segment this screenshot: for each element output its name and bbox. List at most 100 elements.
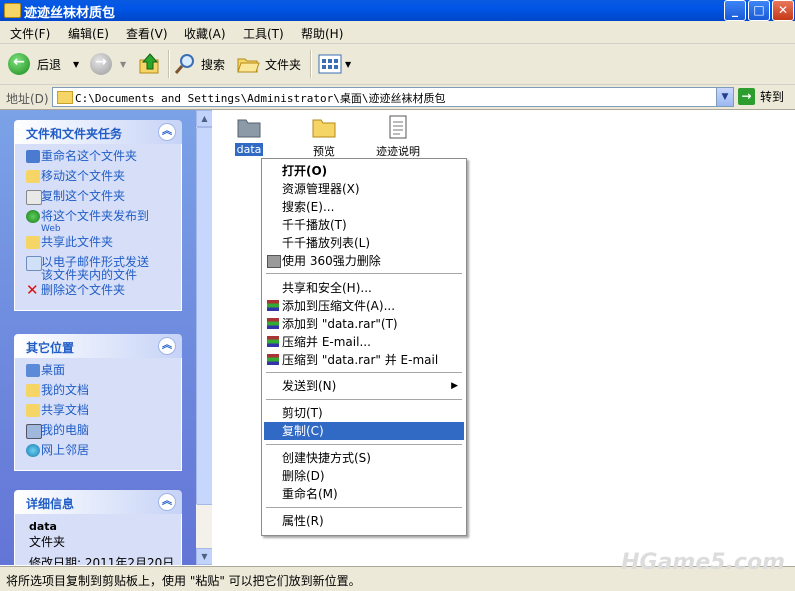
menu-item-explorer[interactable]: 资源管理器(X): [264, 180, 464, 198]
menu-file[interactable]: 文件(F): [10, 25, 50, 42]
my-documents-icon: [26, 384, 40, 397]
menu-view[interactable]: 查看(V): [126, 25, 168, 42]
menu-item-create-shortcut[interactable]: 创建快捷方式(S): [264, 449, 464, 467]
search-button[interactable]: 搜索: [174, 53, 225, 75]
scroll-up-icon[interactable]: ▲: [196, 110, 213, 127]
menu-edit[interactable]: 编辑(E): [68, 25, 109, 42]
menu-item-compress-data-email[interactable]: 压缩到 "data.rar" 并 E-mail: [264, 351, 464, 369]
minimize-button[interactable]: _: [724, 0, 746, 21]
close-button[interactable]: ✕: [772, 0, 794, 21]
winrar-icon: [267, 318, 279, 329]
folder-icon: [237, 119, 261, 138]
chevron-down-icon: ▼: [120, 59, 127, 69]
delete-icon: ✕: [26, 281, 39, 299]
share-icon: [26, 236, 40, 249]
back-button[interactable]: ← 后退 ▼: [8, 53, 79, 75]
task-publish[interactable]: 将这个文件夹发布到 Web: [15, 210, 181, 236]
views-icon: [318, 54, 342, 74]
scroll-thumb[interactable]: [196, 127, 213, 505]
title-bar: 迹迹丝袜材质包 _ □ ✕: [0, 0, 795, 21]
menu-item-360-delete[interactable]: 使用 360强力删除: [264, 252, 464, 270]
details-title: 详细信息: [26, 497, 75, 511]
address-bar: 地址(D) C:\Documents and Settings\Administ…: [0, 85, 795, 110]
file-tasks-header[interactable]: 文件和文件夹任务 ︽: [14, 120, 182, 144]
chevron-down-icon: ▼: [345, 59, 352, 69]
menu-item-delete[interactable]: 删除(D): [264, 467, 464, 485]
file-item-preview[interactable]: 预览: [294, 114, 354, 159]
network-icon: [26, 444, 40, 457]
folders-icon: [237, 58, 260, 73]
scroll-down-icon[interactable]: ▼: [196, 548, 213, 565]
menu-item-open[interactable]: 打开(O): [264, 162, 464, 180]
file-item-data[interactable]: data: [219, 114, 279, 156]
window-title: 迹迹丝袜材质包: [24, 6, 116, 21]
menu-item-add-data-rar[interactable]: 添加到 "data.rar"(T): [264, 315, 464, 333]
place-network[interactable]: 网上邻居: [15, 444, 181, 464]
menu-item-add-archive[interactable]: 添加到压缩文件(A)...: [264, 297, 464, 315]
go-label: 转到: [760, 90, 785, 104]
file-tasks-title: 文件和文件夹任务: [26, 127, 123, 141]
go-arrow-icon: →: [738, 88, 755, 105]
menu-favorites[interactable]: 收藏(A): [184, 25, 226, 42]
up-button[interactable]: [138, 53, 162, 75]
details-type: 文件夹: [29, 535, 66, 549]
views-button[interactable]: ▼: [318, 53, 351, 75]
task-share[interactable]: 共享此文件夹: [15, 236, 181, 256]
task-rename[interactable]: 重命名这个文件夹: [15, 150, 181, 170]
task-email[interactable]: 以电子邮件形式发送 该文件夹内的文件: [15, 256, 181, 284]
place-my-documents[interactable]: 我的文档: [15, 384, 181, 404]
forward-arrow-icon: →: [90, 53, 112, 75]
menu-item-search[interactable]: 搜索(E)...: [264, 198, 464, 216]
shredder-icon: [267, 255, 281, 268]
menu-item-copy[interactable]: 复制(C): [264, 422, 464, 440]
collapse-icon[interactable]: ︽: [158, 493, 176, 511]
menu-item-compress-email[interactable]: 压缩并 E-mail...: [264, 333, 464, 351]
task-move[interactable]: 移动这个文件夹: [15, 170, 181, 190]
desktop-icon: [26, 364, 40, 377]
menu-tools[interactable]: 工具(T): [243, 25, 284, 42]
status-text: 将所选项目复制到剪贴板上，使用 "粘贴" 可以把它们放到新位置。: [6, 574, 361, 588]
file-name: 预览: [313, 145, 335, 158]
maximize-button[interactable]: □: [748, 0, 770, 21]
globe-icon: [26, 210, 40, 223]
task-pane-scrollbar[interactable]: ▲ ▼: [196, 110, 213, 565]
collapse-icon[interactable]: ︽: [158, 337, 176, 355]
address-input[interactable]: C:\Documents and Settings\Administrator\…: [52, 87, 734, 107]
move-icon: [26, 170, 40, 183]
menu-item-sharing[interactable]: 共享和安全(H)...: [264, 279, 464, 297]
menu-bar: 文件(F) 编辑(E) 查看(V) 收藏(A) 工具(T) 帮助(H): [0, 21, 795, 61]
task-copy[interactable]: 复制这个文件夹: [15, 190, 181, 210]
details-modified: 修改日期: 2011年2月20日: [29, 556, 175, 565]
forward-button[interactable]: → ▼: [90, 53, 126, 75]
other-places-header[interactable]: 其它位置 ︽: [14, 334, 182, 358]
chevron-down-icon: ▼: [73, 59, 80, 69]
go-button[interactable]: → 转到: [738, 88, 784, 105]
place-my-computer[interactable]: 我的电脑: [15, 424, 181, 444]
watermark: HGame5.com: [621, 550, 785, 575]
menu-item-rename[interactable]: 重命名(M): [264, 485, 464, 503]
details-header[interactable]: 详细信息 ︽: [14, 490, 182, 514]
folders-button[interactable]: 文件夹: [236, 53, 301, 75]
details-name: data: [29, 520, 57, 533]
file-name: 迹迹说明: [376, 145, 420, 158]
menu-help[interactable]: 帮助(H): [301, 25, 343, 42]
address-dropdown-button[interactable]: ▼: [716, 88, 733, 106]
menu-item-properties[interactable]: 属性(R): [264, 512, 464, 530]
folder-up-icon: [139, 53, 159, 74]
file-item-readme[interactable]: 迹迹说明: [368, 114, 428, 159]
copy-icon: [26, 190, 42, 205]
menu-item-send-to[interactable]: 发送到(N) ▶: [264, 377, 464, 395]
submenu-arrow-icon: ▶: [451, 381, 458, 391]
collapse-icon[interactable]: ︽: [158, 123, 176, 141]
file-name: data: [234, 143, 264, 156]
place-shared-documents[interactable]: 共享文档: [15, 404, 181, 424]
place-desktop[interactable]: 桌面: [15, 364, 181, 384]
search-icon: [174, 54, 194, 74]
folder-icon: [4, 3, 21, 18]
back-label: 后退: [37, 57, 62, 72]
menu-item-cut[interactable]: 剪切(T): [264, 404, 464, 422]
search-label: 搜索: [201, 57, 226, 72]
menu-item-ttplayer-playlist[interactable]: 千千播放列表(L): [264, 234, 464, 252]
menu-item-ttplayer-play[interactable]: 千千播放(T): [264, 216, 464, 234]
task-delete[interactable]: ✕ 删除这个文件夹: [15, 281, 181, 304]
